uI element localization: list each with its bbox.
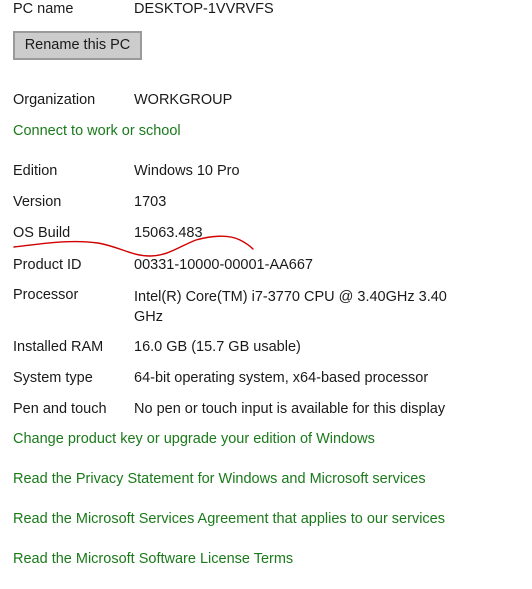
- installed-ram-label: Installed RAM: [13, 339, 104, 355]
- product-id-label: Product ID: [13, 257, 82, 273]
- os-build-value: 15063.483: [134, 225, 203, 241]
- pen-touch-value: No pen or touch input is available for t…: [134, 401, 446, 417]
- product-id-value: 00331-10000-00001-AA667: [134, 257, 313, 273]
- services-agreement-link[interactable]: Read the Microsoft Services Agreement th…: [13, 511, 445, 527]
- installed-ram-value: 16.0 GB (15.7 GB usable): [134, 339, 301, 355]
- edition-value: Windows 10 Pro: [134, 163, 240, 179]
- pc-name-label: PC name: [13, 1, 74, 17]
- organization-value: WORKGROUP: [134, 92, 233, 108]
- system-type-label: System type: [13, 370, 93, 386]
- version-label: Version: [13, 194, 62, 210]
- pen-touch-label: Pen and touch: [13, 401, 107, 417]
- processor-label: Processor: [13, 287, 79, 303]
- pc-name-value: DESKTOP-1VVRVFS: [134, 1, 274, 17]
- os-build-label: OS Build: [13, 225, 71, 241]
- connect-work-school-link[interactable]: Connect to work or school: [13, 123, 181, 139]
- version-value: 1703: [134, 194, 167, 210]
- privacy-statement-link[interactable]: Read the Privacy Statement for Windows a…: [13, 471, 426, 487]
- processor-value: Intel(R) Core(TM) i7-3770 CPU @ 3.40GHz …: [134, 289, 447, 325]
- rename-pc-button[interactable]: Rename this PC: [13, 31, 142, 60]
- system-type-value: 64-bit operating system, x64-based proce…: [134, 370, 429, 386]
- organization-label: Organization: [13, 92, 96, 108]
- license-terms-link[interactable]: Read the Microsoft Software License Term…: [13, 551, 293, 567]
- edition-label: Edition: [13, 163, 58, 179]
- change-product-key-link[interactable]: Change product key or upgrade your editi…: [13, 431, 375, 447]
